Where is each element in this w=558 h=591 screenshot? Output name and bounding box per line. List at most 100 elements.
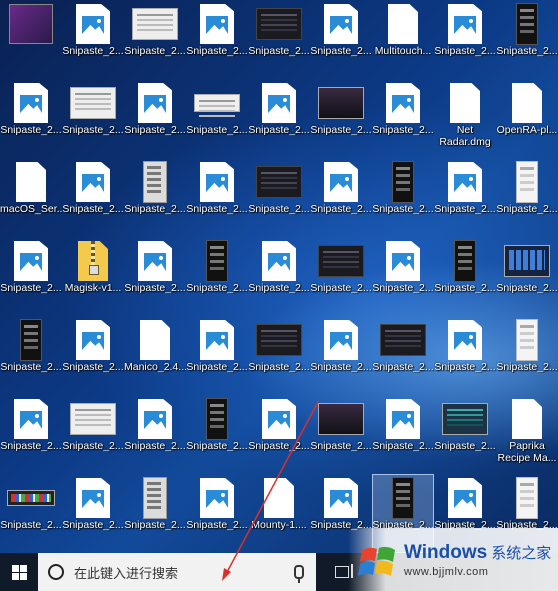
file-thumbnail	[131, 3, 179, 45]
desktop-icon[interactable]: Snipaste_2...	[124, 79, 186, 158]
desktop-icon[interactable]: Snipaste_2...	[310, 395, 372, 474]
desktop-icon[interactable]: Snipaste_2...	[496, 0, 558, 79]
microphone-icon[interactable]	[294, 565, 304, 583]
file-thumbnail	[317, 3, 365, 45]
desktop-icon[interactable]: Snipaste_2...	[496, 316, 558, 395]
desktop-icon[interactable]: Snipaste_2...	[186, 316, 248, 395]
desktop-icon[interactable]: Net Radar.dmg	[434, 79, 496, 158]
image-file-icon	[448, 4, 482, 44]
desktop-icon[interactable]: Snipaste_2...	[124, 0, 186, 79]
desktop-icon[interactable]: Snipaste_2...	[186, 0, 248, 79]
document-file-icon	[512, 83, 542, 123]
desktop-icon[interactable]: Snipaste_2...	[310, 316, 372, 395]
desktop-icon[interactable]: Snipaste_2...	[248, 316, 310, 395]
desktop-icon[interactable]: Snipaste_2...	[124, 474, 186, 553]
desktop-icon[interactable]: Snipaste_2...	[372, 237, 434, 316]
desktop-icon-label: Snipaste_2...	[124, 282, 186, 294]
desktop-icon[interactable]: Snipaste_2...	[0, 474, 62, 553]
desktop-icon[interactable]: Manico_2.4...	[124, 316, 186, 395]
desktop: Snipaste_2... Snipaste_2... Snipaste_2... S…	[0, 0, 558, 553]
desktop-icon[interactable]: Snipaste_2...	[372, 395, 434, 474]
desktop-icon[interactable]: Snipaste_2...	[310, 237, 372, 316]
desktop-icon-label: Snipaste_2...	[248, 124, 310, 136]
file-thumbnail	[193, 161, 241, 203]
desktop-icon[interactable]: Snipaste_2...	[0, 316, 62, 395]
desktop-icon[interactable]: Multitouch...	[372, 0, 434, 79]
desktop-icon[interactable]	[0, 0, 62, 79]
desktop-icon[interactable]: Snipaste_2...	[372, 158, 434, 237]
desktop-icon[interactable]: Snipaste_2...	[62, 158, 124, 237]
desktop-icon[interactable]: OpenRA-pl...	[496, 79, 558, 158]
desktop-icon[interactable]: Snipaste_2...	[0, 395, 62, 474]
image-file-icon	[448, 478, 482, 518]
desktop-icon[interactable]: Snipaste_2...	[310, 158, 372, 237]
screenshot-thumbnail-icon	[143, 161, 167, 203]
desktop-icon[interactable]: Magisk-v1...	[62, 237, 124, 316]
desktop-icon[interactable]: Snipaste_2...	[186, 395, 248, 474]
file-thumbnail	[193, 398, 241, 440]
desktop-icon-label: Manico_2.4...	[124, 361, 186, 373]
phone-screenshot-icon	[392, 161, 414, 203]
desktop-icon[interactable]: Snipaste_2...	[434, 0, 496, 79]
image-file-icon	[14, 399, 48, 439]
desktop-icon[interactable]: Snipaste_2...	[186, 79, 248, 158]
desktop-icon[interactable]: Snipaste_2...	[496, 237, 558, 316]
file-thumbnail	[131, 161, 179, 203]
desktop-icon[interactable]: Snipaste_2...	[248, 79, 310, 158]
desktop-icon[interactable]: Snipaste_2...	[310, 79, 372, 158]
screenshot-thumbnail-icon	[504, 245, 550, 277]
desktop-icon[interactable]: Snipaste_2...	[62, 395, 124, 474]
desktop-icon[interactable]: Snipaste_2...	[124, 158, 186, 237]
desktop-icon[interactable]: Snipaste_2...	[62, 0, 124, 79]
task-view-icon	[335, 564, 353, 578]
desktop-icon[interactable]: Snipaste_2...	[186, 474, 248, 553]
desktop-icon-label: Snipaste_2...	[124, 124, 186, 136]
desktop-icon[interactable]: Snipaste_2...	[62, 316, 124, 395]
image-file-icon	[138, 399, 172, 439]
desktop-icon-label: Mounty-1....	[251, 519, 307, 531]
desktop-icon[interactable]: Snipaste_2...	[62, 474, 124, 553]
desktop-icon[interactable]: Snipaste_2...	[248, 395, 310, 474]
desktop-icon[interactable]: Snipaste_2...	[434, 316, 496, 395]
desktop-icon[interactable]: Snipaste_2...	[186, 237, 248, 316]
desktop-icon[interactable]: Snipaste_2...	[496, 158, 558, 237]
desktop-icon[interactable]: Paprika Recipe Ma...	[496, 395, 558, 474]
file-thumbnail	[193, 82, 241, 124]
desktop-icon[interactable]: Snipaste_2...	[372, 316, 434, 395]
watermark-brand-cn: 系统之家	[491, 544, 552, 562]
screenshot-thumbnail-icon	[318, 87, 364, 119]
desktop-icon[interactable]: Mounty-1....	[248, 474, 310, 553]
desktop-icon-grid: Snipaste_2... Snipaste_2... Snipaste_2... S…	[0, 0, 558, 553]
taskbar-search-box[interactable]: 在此键入进行搜索	[38, 553, 316, 591]
desktop-icon[interactable]: Snipaste_2...	[434, 395, 496, 474]
file-thumbnail	[255, 161, 303, 203]
screenshot-thumbnail-icon	[256, 324, 302, 356]
phone-screenshot-icon	[206, 398, 228, 440]
search-placeholder: 在此键入进行搜索	[74, 566, 179, 582]
start-button[interactable]	[0, 553, 38, 591]
desktop-icon[interactable]: Snipaste_2...	[248, 158, 310, 237]
screenshot-thumbnail-icon	[256, 166, 302, 198]
desktop-icon[interactable]: Snipaste_2...	[434, 158, 496, 237]
desktop-icon[interactable]: macOS_Ser...	[0, 158, 62, 237]
desktop-icon-label: Snipaste_2...	[372, 124, 434, 136]
screenshot-thumbnail-icon	[132, 8, 178, 40]
desktop-icon[interactable]: Snipaste_2...	[434, 237, 496, 316]
file-thumbnail	[503, 3, 551, 45]
desktop-icon[interactable]: Snipaste_2...	[124, 237, 186, 316]
image-file-icon	[324, 478, 358, 518]
desktop-icon[interactable]: Snipaste_2...	[310, 0, 372, 79]
desktop-icon[interactable]: Snipaste_2...	[0, 237, 62, 316]
desktop-icon[interactable]: Snipaste_2...	[248, 0, 310, 79]
desktop-icon[interactable]: Snipaste_2...	[0, 79, 62, 158]
image-file-icon	[14, 241, 48, 281]
file-thumbnail	[379, 82, 427, 124]
desktop-icon-label: Snipaste_2...	[372, 203, 434, 215]
desktop-icon[interactable]: Snipaste_2...	[62, 79, 124, 158]
desktop-icon[interactable]: Snipaste_2...	[186, 158, 248, 237]
desktop-icon[interactable]: Snipaste_2...	[124, 395, 186, 474]
desktop-icon[interactable]: Snipaste_2...	[248, 237, 310, 316]
file-thumbnail	[441, 82, 489, 124]
desktop-icon-label: Snipaste_2...	[0, 440, 62, 452]
desktop-icon[interactable]: Snipaste_2...	[372, 79, 434, 158]
